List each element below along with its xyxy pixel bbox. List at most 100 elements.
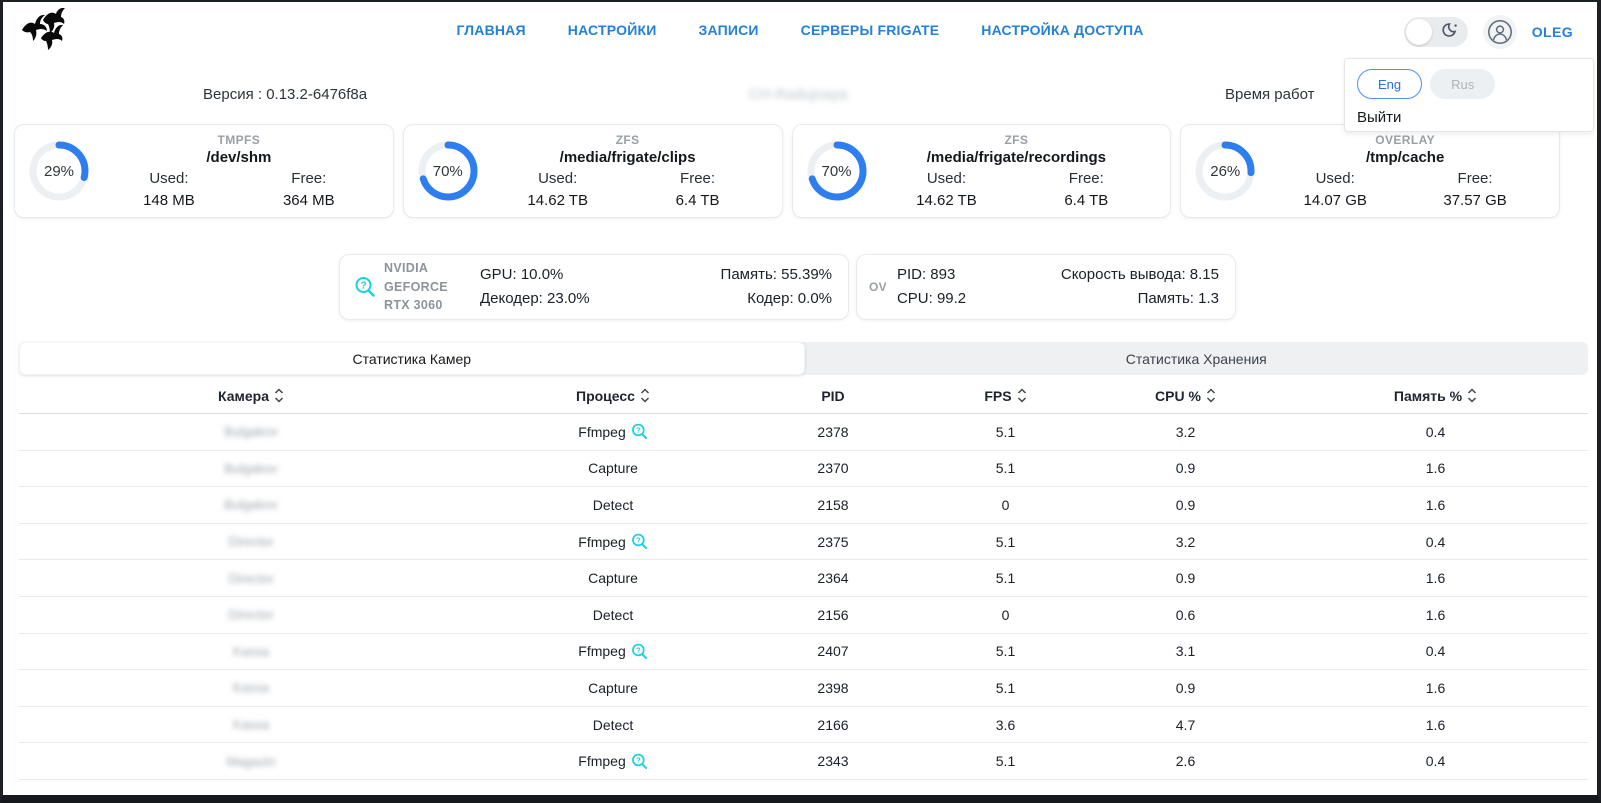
usage-donut-gauge: 70%	[416, 139, 480, 203]
cpu-cell: 3.2	[1088, 534, 1283, 550]
pid-cell: 2364	[743, 570, 923, 586]
process-label: Ffmpeg	[578, 753, 625, 769]
usage-percent-label: 29%	[27, 139, 91, 203]
column-header-pid: PID	[743, 388, 923, 404]
camera-name-cell: Bulgakov	[19, 461, 483, 476]
fps-cell: 0	[923, 607, 1088, 623]
process-label: Capture	[588, 680, 638, 696]
lang-eng-button[interactable]: Eng	[1357, 69, 1422, 99]
memory-cell: 1.6	[1283, 607, 1588, 623]
camera-name-cell: Director	[19, 607, 483, 622]
used-value: 148 MB	[99, 192, 239, 209]
nav-item-home[interactable]: ГЛАВНАЯ	[456, 22, 525, 38]
gpu-right-stats: Память: 55.39% Кодер: 0.0%	[721, 263, 832, 311]
svg-text:?: ?	[636, 426, 641, 435]
tab-camera-stats[interactable]: Статистика Камер	[19, 342, 805, 375]
camera-name-cell: Director	[19, 571, 483, 586]
column-header-fps[interactable]: FPS	[923, 388, 1088, 404]
nav-item-settings[interactable]: НАСТРОЙКИ	[568, 22, 657, 38]
magnifier-question-icon[interactable]: ?	[631, 753, 648, 770]
column-header-process[interactable]: Процесс	[483, 388, 743, 404]
fps-cell: 5.1	[923, 534, 1088, 550]
mount-path-label: /media/frigate/recordings	[877, 149, 1157, 166]
ov-memory: Память: 1.3	[1061, 287, 1219, 311]
gpu-encoder: Кодер: 0.0%	[721, 287, 832, 311]
process-cell: Ffmpeg ?	[483, 423, 743, 440]
svg-text:?: ?	[636, 646, 641, 655]
process-cell: Detect ?	[483, 607, 743, 623]
uptime-label: Время работ	[1225, 86, 1343, 103]
cpu-cell: 0.6	[1088, 607, 1283, 623]
free-value: 364 MB	[239, 192, 379, 209]
column-header-label: Память %	[1394, 388, 1462, 404]
mount-path-label: /tmp/cache	[1265, 149, 1545, 166]
magnifier-question-icon[interactable]: ?	[631, 423, 648, 440]
column-header-label: Процесс	[576, 388, 635, 404]
table-row: Director Ffmpeg ? 2375 5.1 3.2 0.4	[19, 524, 1588, 561]
magnifier-question-icon[interactable]: ?	[631, 533, 648, 550]
process-label: Ffmpeg	[578, 643, 625, 659]
usage-donut-gauge: 70%	[805, 139, 869, 203]
process-label: Capture	[588, 570, 638, 586]
nav-item-frigate-servers[interactable]: СЕРВЕРЫ FRIGATE	[801, 22, 940, 38]
cpu-cell: 0.9	[1088, 570, 1283, 586]
column-header-cpu[interactable]: CPU %	[1088, 388, 1283, 404]
language-switcher: Eng Rus	[1357, 69, 1581, 99]
storage-card-body: TMPFS /dev/shm Used: 148 MB Free: 364 MB	[91, 133, 379, 209]
magnifier-question-icon[interactable]: ?	[354, 276, 376, 298]
table-row: Kassa Ffmpeg ? 2407 5.1 3.1 0.4	[19, 634, 1588, 671]
memory-cell: 0.4	[1283, 753, 1588, 769]
gpu-usage: GPU: 10.0%	[480, 263, 721, 287]
svg-text:?: ?	[360, 281, 366, 292]
logout-menu-item[interactable]: Выйти	[1357, 109, 1401, 126]
user-avatar-icon[interactable]	[1483, 15, 1517, 49]
username-button[interactable]: OLEG	[1532, 24, 1573, 40]
storage-card-body: ZFS /media/frigate/recordings Used: 14.6…	[869, 133, 1157, 209]
nav-item-access-settings[interactable]: НАСТРОЙКА ДОСТУПА	[981, 22, 1143, 38]
pid-cell: 2343	[743, 753, 923, 769]
table-row: Bulgakov Detect ? 2158 0 0.9 1.6	[19, 487, 1588, 524]
table-row: Kassa Capture ? 2398 5.1 0.9 1.6	[19, 670, 1588, 707]
used-label: Used:	[1265, 170, 1405, 187]
camera-name-cell: Bulgakov	[19, 497, 483, 512]
ov-left-stats: PID: 893 CPU: 99.2	[897, 263, 1061, 311]
lang-rus-button[interactable]: Rus	[1430, 69, 1495, 99]
used-value: 14.62 TB	[877, 192, 1017, 209]
tab-storage-stats[interactable]: Статистика Хранения	[805, 342, 1589, 375]
fps-cell: 5.1	[923, 460, 1088, 476]
memory-cell: 0.4	[1283, 534, 1588, 550]
pid-cell: 2378	[743, 424, 923, 440]
free-value: 6.4 TB	[628, 192, 768, 209]
storage-card-body: OVERLAY /tmp/cache Used: 14.07 GB Free: …	[1257, 133, 1545, 209]
pid-cell: 2375	[743, 534, 923, 550]
magnifier-question-icon[interactable]: ?	[631, 643, 648, 660]
process-cell: Ffmpeg ?	[483, 643, 743, 660]
usage-percent-label: 70%	[416, 139, 480, 203]
process-label: Ffmpeg	[578, 424, 625, 440]
free-label: Free:	[1405, 170, 1545, 187]
memory-cell: 1.6	[1283, 497, 1588, 513]
mount-path-label: /media/frigate/clips	[488, 149, 768, 166]
storage-card: 70% ZFS /media/frigate/recordings Used: …	[792, 124, 1172, 218]
table-row: Bulgakov Capture ? 2370 5.1 0.9 1.6	[19, 451, 1588, 488]
storage-card: 26% OVERLAY /tmp/cache Used: 14.07 GB Fr…	[1180, 124, 1560, 218]
usage-percent-label: 26%	[1193, 139, 1257, 203]
sort-chevrons-icon	[274, 388, 284, 403]
nav-item-recordings[interactable]: ЗАПИСИ	[698, 22, 758, 38]
fps-cell: 5.1	[923, 570, 1088, 586]
camera-name-cell: Magazin	[19, 754, 483, 769]
cpu-cell: 0.9	[1088, 460, 1283, 476]
svg-text:?: ?	[636, 536, 641, 545]
storage-card-body: ZFS /media/frigate/clips Used: 14.62 TB …	[480, 133, 768, 209]
column-header-memory[interactable]: Память %	[1283, 388, 1588, 404]
camera-name-cell: Kassa	[19, 680, 483, 695]
memory-cell: 1.6	[1283, 717, 1588, 733]
column-header-camera[interactable]: Камера	[19, 388, 483, 404]
process-cell: Capture ?	[483, 460, 743, 476]
ov-output-speed: Скорость вывода: 8.15	[1061, 263, 1219, 287]
free-label: Free:	[1016, 170, 1156, 187]
ov-process-card: OV PID: 893 CPU: 99.2 Скорость вывода: 8…	[856, 254, 1236, 320]
theme-toggle[interactable]	[1404, 17, 1468, 47]
usage-donut-gauge: 26%	[1193, 139, 1257, 203]
frigate-birds-logo[interactable]	[19, 8, 65, 58]
